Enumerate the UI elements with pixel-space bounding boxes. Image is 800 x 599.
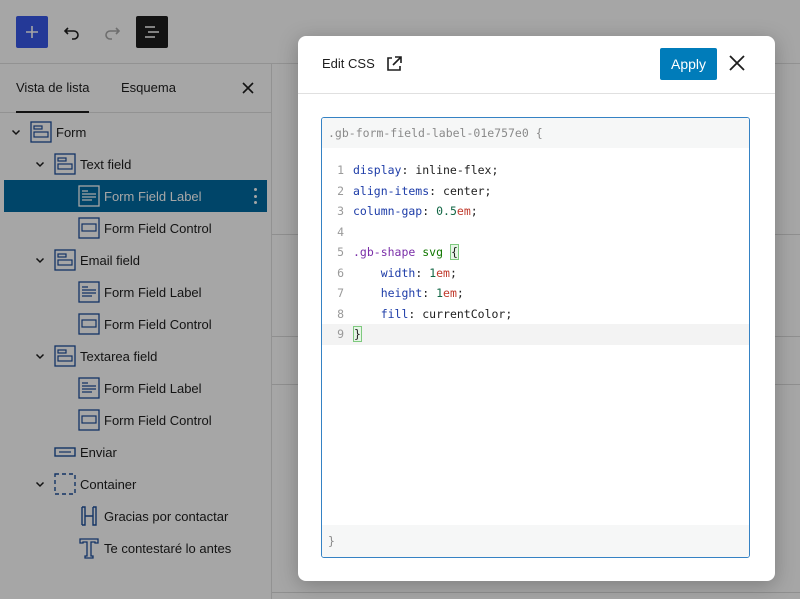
code-token: : inline-flex; — [401, 163, 499, 177]
modal-title: Edit CSS — [322, 56, 375, 71]
code-token: ; — [449, 265, 457, 280]
code-text: column-gap: 0.5em; — [353, 201, 478, 222]
code-token: height — [380, 286, 423, 300]
code-token: ; — [456, 286, 464, 300]
code-text: fill: currentColor; — [353, 304, 513, 325]
line-number: 6 — [337, 265, 344, 280]
close-modal-button[interactable] — [728, 54, 748, 74]
code-token: } — [353, 326, 362, 342]
line-number: 8 — [337, 306, 344, 321]
code-token: : center; — [429, 183, 492, 198]
external-link-button[interactable] — [385, 55, 403, 73]
code-token: .gb-shape — [353, 245, 416, 259]
code-token: align-items — [353, 183, 430, 198]
code-token: : — [422, 286, 437, 300]
line-number: 5 — [337, 245, 344, 259]
code-token: em — [436, 265, 450, 280]
code-line: 5 .gb-shape svg { — [322, 242, 749, 263]
code-token: fill — [380, 306, 409, 321]
line-number: 7 — [337, 286, 344, 300]
edit-css-modal: Edit CSS Apply .gb-form-field-label-01e7… — [298, 36, 775, 581]
code-token: : — [422, 204, 437, 218]
code-token: 1 — [436, 286, 444, 300]
code-text: } — [353, 324, 362, 345]
code-text: width: 1em; — [353, 263, 457, 284]
code-line: 9} — [322, 324, 749, 345]
code-token: width — [380, 265, 416, 280]
code-token: column-gap — [353, 204, 423, 218]
code-line: 2 align-items: center; — [322, 181, 749, 202]
code-line: 4 — [322, 222, 749, 243]
css-selector-header: .gb-form-field-label-01e757e0 { — [322, 118, 749, 148]
apply-button[interactable]: Apply — [660, 48, 717, 80]
code-text: height: 1em; — [353, 283, 464, 304]
code-line: 3 column-gap: 0.5em; — [322, 201, 749, 222]
modal-header: Edit CSS Apply — [298, 36, 775, 94]
code-token: em — [443, 286, 457, 300]
css-code-editor[interactable]: .gb-form-field-label-01e757e0 { 1 display… — [321, 117, 750, 558]
code-line: 7 height: 1em; — [322, 283, 749, 304]
close-icon — [729, 55, 745, 71]
code-line: 1 display: inline-flex; — [322, 160, 749, 181]
line-number: 2 — [337, 183, 344, 198]
code-text: display: inline-flex; — [353, 160, 498, 181]
code-token: 0.5 — [436, 204, 457, 218]
code-token: em — [456, 204, 471, 218]
code-line: 6 width: 1em; — [322, 263, 749, 284]
code-token: : — [415, 265, 430, 280]
code-token: { — [449, 244, 459, 260]
code-token: display — [353, 163, 402, 177]
code-text: .gb-shape svg { — [353, 242, 459, 263]
code-line: 8 fill: currentColor; — [322, 304, 749, 325]
code-token: svg — [422, 245, 444, 259]
line-number: 1 — [337, 163, 344, 177]
line-number: 4 — [337, 224, 344, 239]
css-closing-brace: } — [322, 525, 749, 557]
external-link-icon — [387, 56, 402, 71]
line-number: 9 — [337, 327, 344, 341]
line-number: 3 — [337, 204, 344, 218]
code-text: align-items: center; — [353, 181, 491, 202]
code-token: : currentColor; — [408, 306, 513, 321]
code-token: ; — [470, 204, 478, 218]
